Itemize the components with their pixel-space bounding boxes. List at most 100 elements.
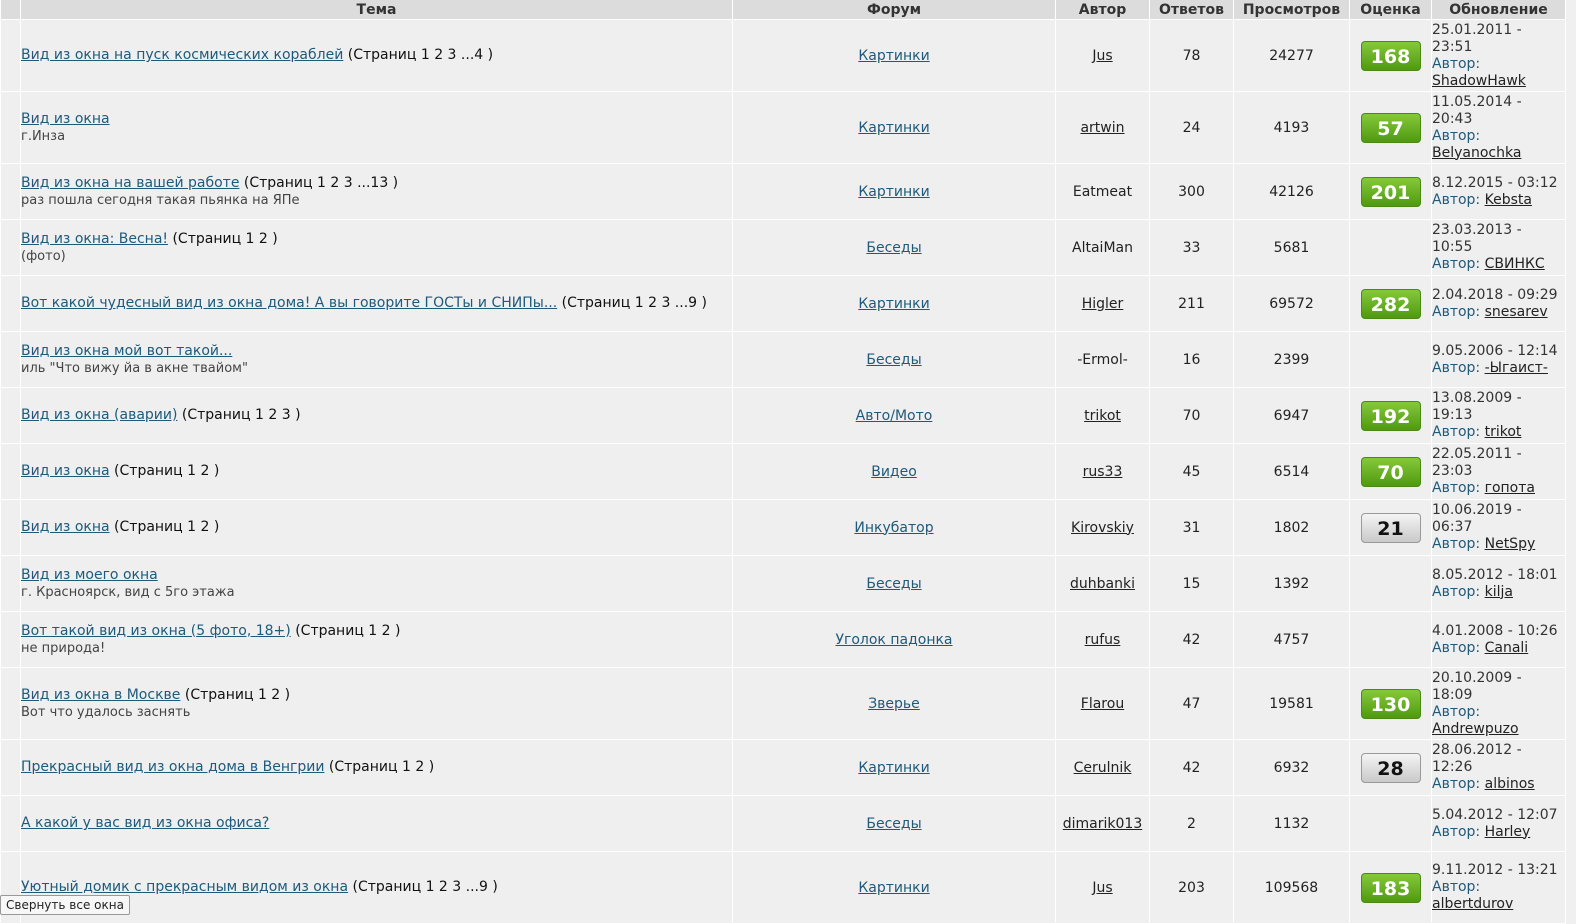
last-update-cell: 9.05.2006 - 12:14 Автор: -Ыгаист- <box>1431 331 1566 388</box>
last-author-link[interactable]: snesarev <box>1485 304 1548 320</box>
header-forum[interactable]: Форум <box>732 0 1056 20</box>
last-author-link[interactable]: trikot <box>1485 424 1522 440</box>
views-count: 6932 <box>1233 739 1350 796</box>
author-name[interactable]: artwin <box>1080 120 1124 136</box>
last-author-link[interactable]: albinos <box>1485 776 1535 792</box>
forum-link[interactable]: Беседы <box>866 816 921 832</box>
author-name[interactable]: Jus <box>1092 880 1112 896</box>
topic-pages[interactable]: (Страниц 1 2 ) <box>172 231 277 247</box>
last-author-link[interactable]: гопота <box>1485 480 1535 496</box>
forum-link[interactable]: Беседы <box>866 576 921 592</box>
table-row: Вид из окна (аварии) (Страниц 1 2 3 ) Авт… <box>0 387 1566 444</box>
author-name[interactable]: Kirovskiy <box>1071 520 1134 536</box>
forum-link[interactable]: Зверье <box>868 696 920 712</box>
forum-link[interactable]: Картинки <box>858 48 929 64</box>
topic-link[interactable]: Вид из окна на вашей работе <box>21 175 239 191</box>
author-name[interactable]: duhbanki <box>1070 576 1135 592</box>
topics-table: Тема Форум Автор Ответов Просмотров Оцен… <box>0 0 1566 924</box>
header-updated[interactable]: Обновление <box>1431 0 1566 20</box>
header-rating[interactable]: Оценка <box>1349 0 1432 20</box>
forum-link[interactable]: Картинки <box>858 880 929 896</box>
topic-link[interactable]: Вот такой вид из окна (5 фото, 18+) <box>21 623 291 639</box>
topic-pages[interactable]: (Страниц 1 2 ) <box>295 623 400 639</box>
row-marker <box>0 611 21 668</box>
topic-link[interactable]: Прекрасный вид из окна дома в Венгрии <box>21 759 324 775</box>
last-author-link[interactable]: СВИНКС <box>1485 256 1545 272</box>
last-author-link[interactable]: ShadowHawk <box>1432 73 1526 89</box>
forum-link[interactable]: Картинки <box>858 296 929 312</box>
topic-link[interactable]: Вид из окна в Москве <box>21 687 180 703</box>
forum-cell: Картинки <box>732 739 1056 796</box>
topic-description: Вот что удалось заснять <box>21 704 191 720</box>
author-name[interactable]: Flarou <box>1081 696 1124 712</box>
forum-link[interactable]: Инкубатор <box>854 520 933 536</box>
topic-link[interactable]: Вид из окна мой вот такой... <box>21 343 232 359</box>
forum-cell: Уголок падонка <box>732 611 1056 668</box>
header-views[interactable]: Просмотров <box>1233 0 1350 20</box>
last-author-link[interactable]: Belyanochka <box>1432 145 1521 161</box>
topic-link[interactable]: Уютный домик с прекрасным видом из окна <box>21 879 348 895</box>
forum-link[interactable]: Картинки <box>858 184 929 200</box>
topic-pages[interactable]: (Страниц 1 2 3 ...4 ) <box>348 47 493 63</box>
topic-link[interactable]: Вид из окна: Весна! <box>21 231 168 247</box>
last-author-link[interactable]: Harley <box>1485 824 1531 840</box>
forum-link[interactable]: Картинки <box>858 120 929 136</box>
last-author-link[interactable]: Canali <box>1485 640 1529 656</box>
last-update-cell: 28.06.2012 - 12:26 Автор: albinos <box>1431 739 1566 796</box>
last-author-link[interactable]: Andrewpuzo <box>1432 721 1519 737</box>
views-count: 69572 <box>1233 275 1350 332</box>
forum-link[interactable]: Уголок падонка <box>835 632 952 648</box>
author-name[interactable]: trikot <box>1084 408 1121 424</box>
topic-pages[interactable]: (Страниц 1 2 3 ...9 ) <box>352 879 497 895</box>
forum-link[interactable]: Картинки <box>858 760 929 776</box>
last-update-cell: 8.12.2015 - 03:12 Автор: Kebsta <box>1431 163 1566 220</box>
header-replies[interactable]: Ответов <box>1149 0 1234 20</box>
topic-link[interactable]: Вид из окна <box>21 463 110 479</box>
topic-link[interactable]: Вот какой чудесный вид из окна дома! А в… <box>21 295 557 311</box>
last-author-link[interactable]: -Ыгаист- <box>1485 360 1548 376</box>
forum-link[interactable]: Видео <box>871 464 917 480</box>
topic-link[interactable]: Вид из моего окна <box>21 567 158 583</box>
rating-cell: 282 <box>1349 275 1432 332</box>
topic-pages[interactable]: (Страниц 1 2 3 ...9 ) <box>562 295 707 311</box>
last-author-link[interactable]: NetSpy <box>1485 536 1536 552</box>
row-marker <box>0 163 21 220</box>
row-marker <box>0 795 21 852</box>
last-update-date: 2.04.2018 - 09:29 <box>1432 286 1558 303</box>
forum-link[interactable]: Беседы <box>866 352 921 368</box>
topic-pages[interactable]: (Страниц 1 2 ) <box>114 519 219 535</box>
topic-link[interactable]: Вид из окна <box>21 111 110 127</box>
topic-pages[interactable]: (Страниц 1 2 ) <box>114 463 219 479</box>
author-name[interactable]: Jus <box>1092 48 1112 64</box>
views-count: 4757 <box>1233 611 1350 668</box>
views-count: 42126 <box>1233 163 1350 220</box>
topic-link[interactable]: Вид из окна <box>21 519 110 535</box>
topic-pages[interactable]: (Страниц 1 2 ) <box>329 759 434 775</box>
header-author[interactable]: Автор <box>1055 0 1150 20</box>
forum-link[interactable]: Беседы <box>866 240 921 256</box>
topic-link[interactable]: А какой у вас вид из окна офиса? <box>21 815 269 831</box>
last-author-link[interactable]: albertdurov <box>1432 896 1513 912</box>
author-name[interactable]: dimarik013 <box>1063 816 1142 832</box>
topic-pages[interactable]: (Страниц 1 2 3 ...13 ) <box>244 175 398 191</box>
last-author-link[interactable]: Kebsta <box>1485 192 1532 208</box>
topic-pages[interactable]: (Страниц 1 2 3 ) <box>182 407 301 423</box>
author-cell: artwin <box>1055 91 1150 164</box>
header-topic[interactable]: Тема <box>20 0 733 20</box>
last-author-link[interactable]: kilja <box>1485 584 1513 600</box>
views-count: 19581 <box>1233 667 1350 740</box>
author-name[interactable]: Higler <box>1082 296 1124 312</box>
author-cell: AltaiMan <box>1055 219 1150 276</box>
topic-link[interactable]: Вид из окна (аварии) <box>21 407 177 423</box>
forum-link[interactable]: Авто/Мото <box>856 408 933 424</box>
topic-pages[interactable]: (Страниц 1 2 ) <box>185 687 290 703</box>
collapse-all-windows-button[interactable]: Свернуть все окна <box>0 895 130 915</box>
last-update-date: 23.03.2013 - 10:55 <box>1432 222 1522 255</box>
author-name[interactable]: rus33 <box>1083 464 1123 480</box>
author-name[interactable]: Cerulnik <box>1074 760 1132 776</box>
rating-badge: 57 <box>1360 112 1421 143</box>
topic-link[interactable]: Вид из окна на пуск космических кораблей <box>21 47 343 63</box>
replies-count: 33 <box>1149 219 1234 276</box>
author-name[interactable]: rufus <box>1085 632 1121 648</box>
replies-count: 203 <box>1149 851 1234 924</box>
